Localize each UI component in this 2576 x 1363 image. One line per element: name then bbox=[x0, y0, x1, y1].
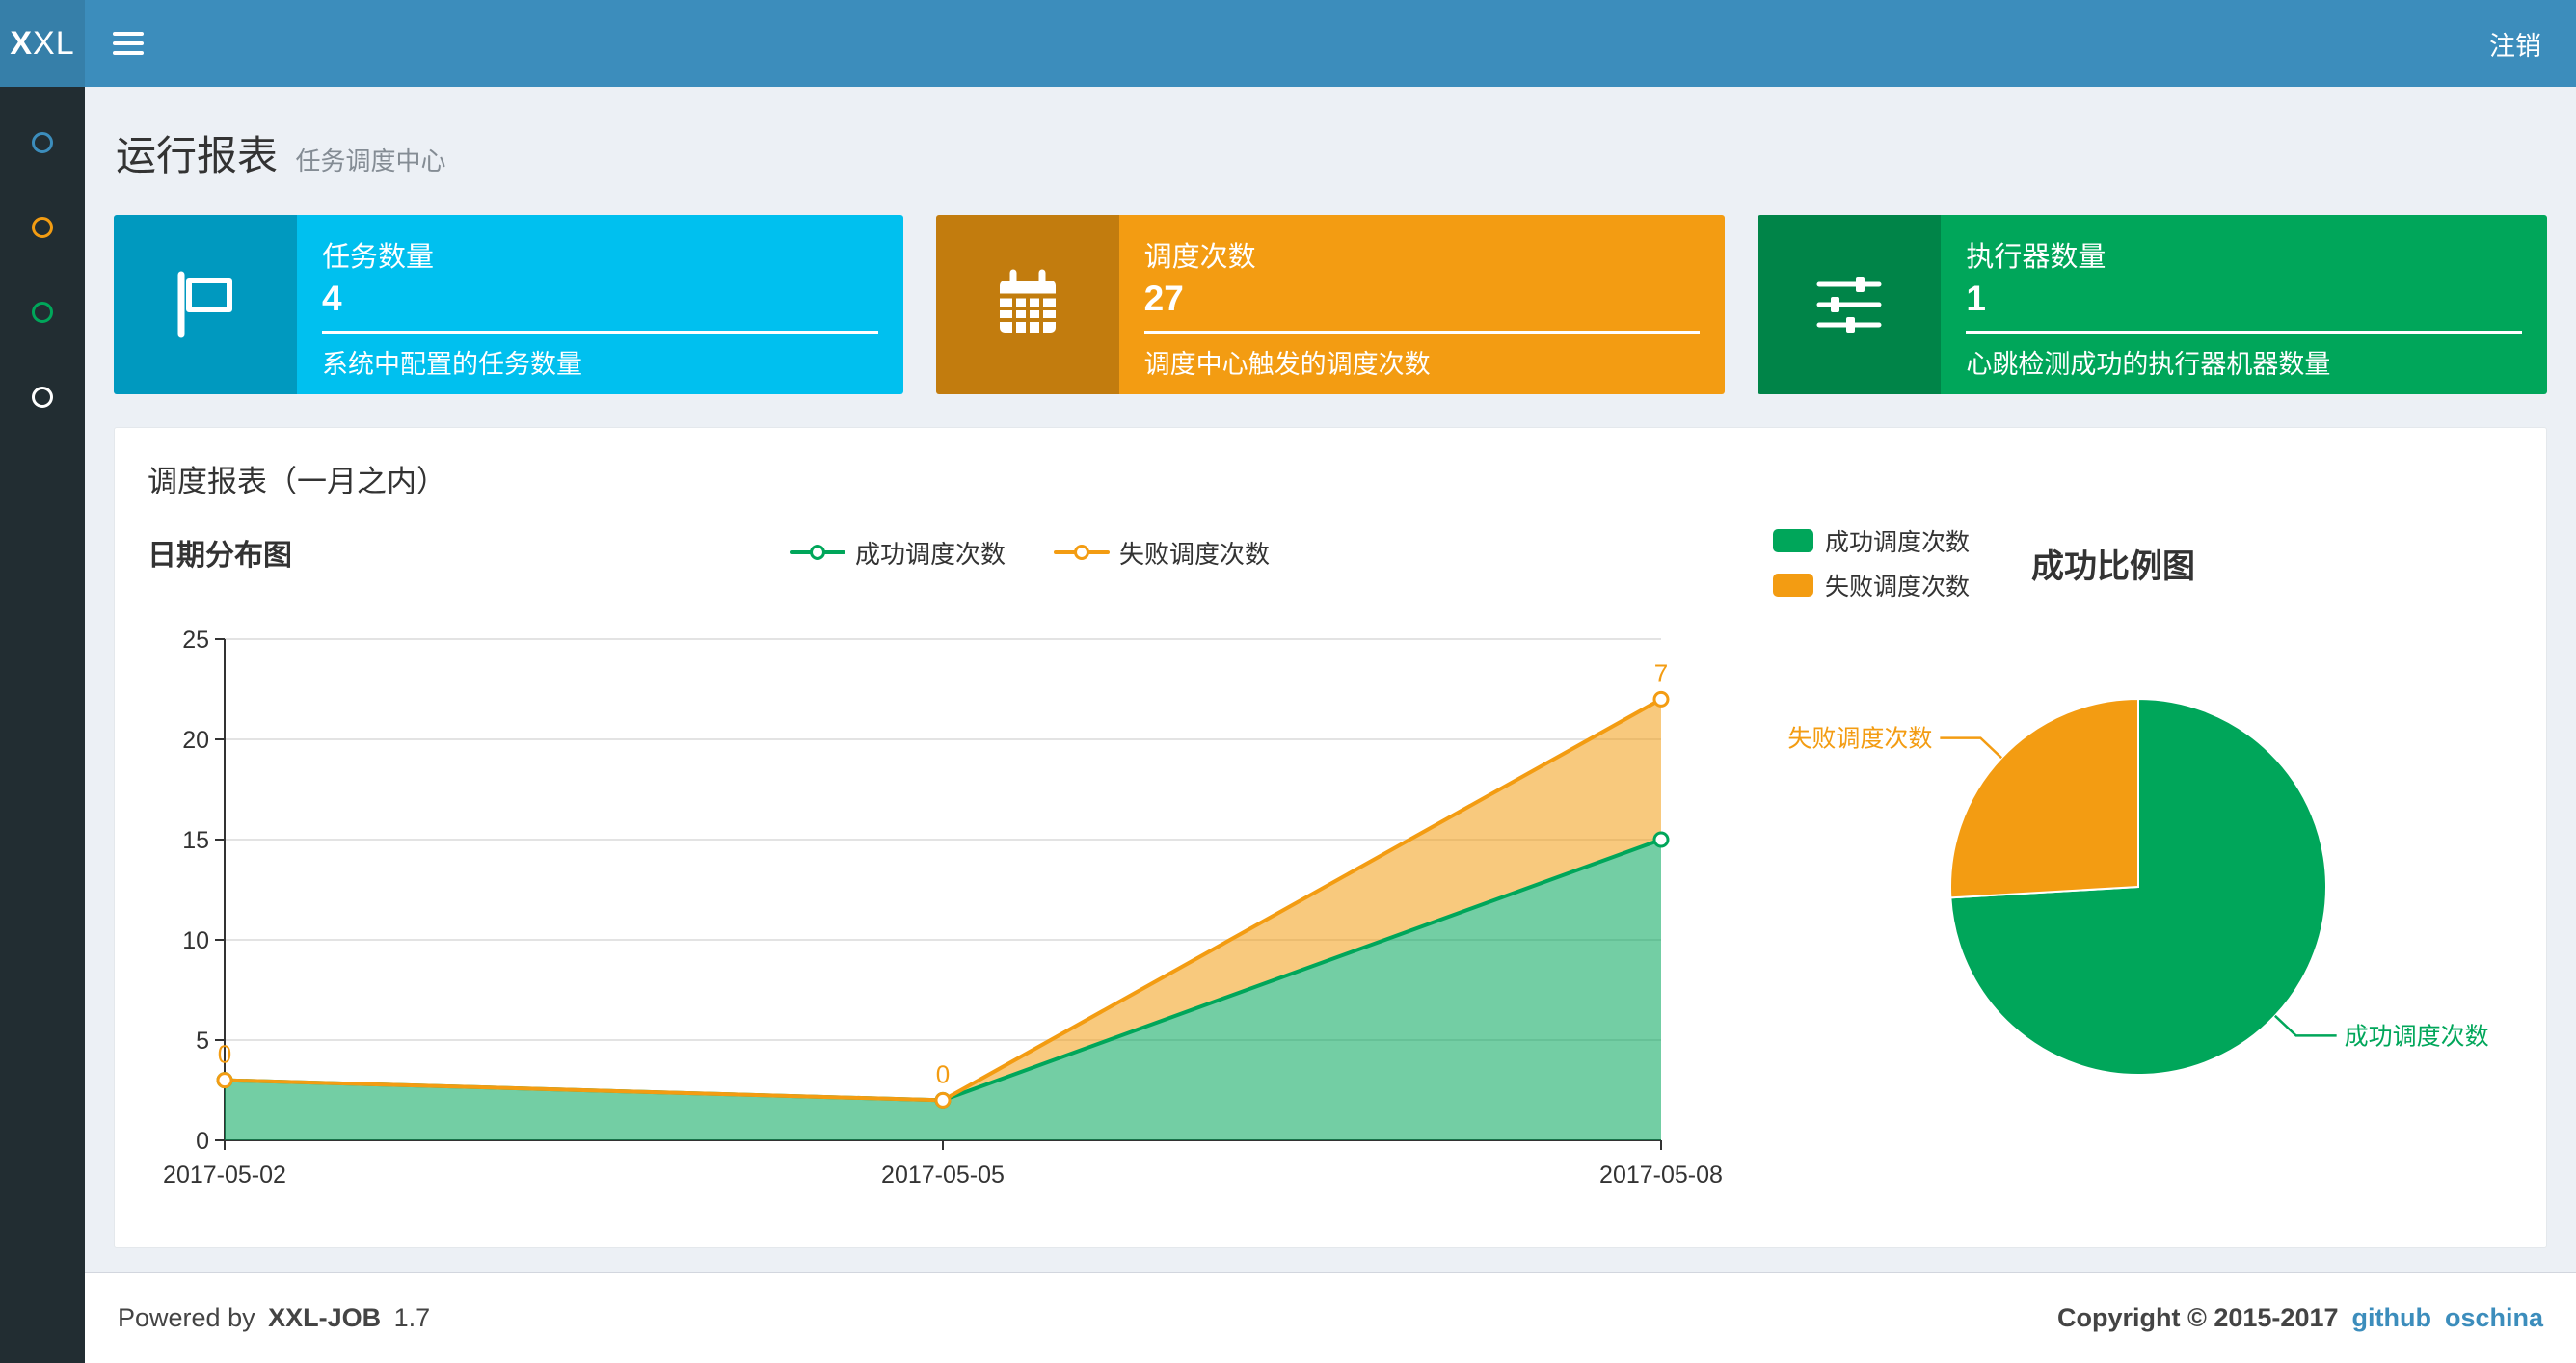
legend-label: 成功调度次数 bbox=[1825, 529, 1971, 556]
info-box-description: 调度中心触发的调度次数 bbox=[1143, 350, 1431, 379]
info-box-description: 系统中配置的任务数量 bbox=[322, 350, 582, 379]
progress-bar bbox=[1143, 331, 1701, 334]
info-box-body: 执行器数量 1 心跳检测成功的执行器机器数量 bbox=[1941, 215, 2547, 394]
circle-icon bbox=[32, 132, 53, 153]
charts-row: 日期分布图 成功调度次数 失败调度次数 0 5 10 15 20 25 2017… bbox=[115, 506, 2546, 1247]
product-version: 1.7 bbox=[393, 1303, 431, 1332]
svg-text:10: 10 bbox=[182, 927, 209, 954]
info-box-label: 执行器数量 bbox=[1966, 242, 2106, 273]
pie-chart-title: 成功比例图 bbox=[2031, 548, 2196, 585]
svg-text:2017-05-02: 2017-05-02 bbox=[163, 1162, 286, 1189]
svg-text:5: 5 bbox=[196, 1028, 209, 1055]
legend-swatch-icon bbox=[1773, 574, 1813, 597]
info-box-number: 4 bbox=[322, 279, 342, 318]
line-chart-legend: 成功调度次数 失败调度次数 bbox=[292, 535, 1767, 571]
legend-item-success[interactable]: 成功调度次数 bbox=[789, 535, 1006, 571]
info-box-description: 心跳检测成功的执行器机器数量 bbox=[1966, 350, 2331, 379]
svg-text:7: 7 bbox=[1654, 658, 1668, 687]
info-box-body: 调度次数 27 调度中心触发的调度次数 bbox=[1119, 215, 1726, 394]
product-name: XXL-JOB bbox=[268, 1303, 382, 1332]
svg-text:0: 0 bbox=[936, 1059, 950, 1088]
info-box-number: 1 bbox=[1966, 279, 1986, 318]
legend-item-fail[interactable]: 失败调度次数 bbox=[1054, 535, 1270, 571]
legend-swatch-icon bbox=[1773, 529, 1813, 552]
svg-text:2017-05-05: 2017-05-05 bbox=[881, 1162, 1005, 1189]
svg-text:失败调度次数: 失败调度次数 bbox=[1787, 726, 1932, 753]
sidebar-item-3[interactable] bbox=[0, 270, 85, 355]
panel-title: 调度报表（一月之内） bbox=[148, 465, 446, 498]
svg-text:2017-05-08: 2017-05-08 bbox=[1599, 1162, 1723, 1189]
info-box-tasks: 任务数量 4 系统中配置的任务数量 bbox=[114, 215, 903, 394]
info-box-label: 任务数量 bbox=[322, 242, 435, 273]
info-box-triggers: 调度次数 27 调度中心触发的调度次数 bbox=[935, 215, 1726, 394]
calendar-icon bbox=[935, 215, 1119, 394]
svg-text:15: 15 bbox=[182, 827, 209, 854]
flag-icon bbox=[114, 215, 297, 394]
progress-bar bbox=[322, 331, 878, 334]
info-box-number: 27 bbox=[1143, 279, 1184, 318]
circle-icon bbox=[32, 217, 53, 238]
oschina-link[interactable]: oschina bbox=[2445, 1303, 2543, 1333]
info-box-row: 任务数量 4 系统中配置的任务数量 调度次数 27 调度中心触发的调度次数 执行… bbox=[114, 215, 2548, 394]
hamburger-icon bbox=[113, 41, 144, 45]
footer: Powered by XXL-JOB 1.7 Copyright © 2015-… bbox=[85, 1272, 2576, 1363]
svg-text:成功调度次数: 成功调度次数 bbox=[2345, 1023, 2489, 1050]
sliders-icon bbox=[1758, 215, 1942, 394]
info-box-body: 任务数量 4 系统中配置的任务数量 bbox=[297, 215, 903, 394]
line-chart-block: 日期分布图 成功调度次数 失败调度次数 0 5 10 15 20 25 2017… bbox=[148, 523, 1767, 1213]
app-logo[interactable]: X XL bbox=[0, 0, 85, 87]
page-subtitle: 任务调度中心 bbox=[295, 147, 446, 175]
legend-item-fail[interactable]: 失败调度次数 bbox=[1773, 568, 1970, 602]
line-marker-icon bbox=[1054, 544, 1110, 561]
pie-chart-block: 成功调度次数 失败调度次数 成功比例图 成功调度次数 失败调度次数 bbox=[1767, 523, 2500, 1213]
navbar-spacer bbox=[172, 0, 2455, 87]
line-chart-title: 日期分布图 bbox=[148, 540, 292, 572]
circle-icon bbox=[32, 387, 53, 408]
github-link[interactable]: github bbox=[2352, 1303, 2431, 1333]
legend-item-success[interactable]: 成功调度次数 bbox=[1773, 523, 1970, 558]
page-header: 运行报表 任务调度中心 bbox=[116, 123, 2547, 182]
svg-text:25: 25 bbox=[182, 627, 209, 654]
sidebar-item-4[interactable] bbox=[0, 355, 85, 440]
circle-icon bbox=[32, 302, 53, 323]
top-navbar: X XL 注销 bbox=[0, 0, 2576, 87]
svg-text:0: 0 bbox=[196, 1128, 209, 1155]
line-marker-icon bbox=[789, 544, 845, 561]
pie-chart: 成功调度次数 失败调度次数 bbox=[1787, 697, 2489, 1076]
pie-chart-legend: 成功调度次数 失败调度次数 bbox=[1773, 523, 1970, 602]
app-logo-bold: X bbox=[10, 24, 34, 62]
hamburger-icon bbox=[113, 32, 144, 36]
copyright: Copyright © 2015-2017 bbox=[2056, 1303, 2339, 1332]
powered-prefix: Powered by bbox=[118, 1303, 255, 1332]
legend-label: 失败调度次数 bbox=[1825, 574, 1971, 601]
legend-label: 失败调度次数 bbox=[1119, 539, 1271, 569]
info-box-label: 调度次数 bbox=[1143, 242, 1256, 273]
sidebar-item-1[interactable] bbox=[0, 100, 85, 185]
sidebar-toggle-button[interactable] bbox=[85, 0, 172, 87]
svg-text:0: 0 bbox=[218, 1040, 231, 1069]
logout-link[interactable]: 注销 bbox=[2455, 0, 2576, 87]
info-box-executors: 执行器数量 1 心跳检测成功的执行器机器数量 bbox=[1758, 215, 2548, 394]
progress-bar bbox=[1966, 331, 2523, 334]
line-chart: 05101520252017-05-02 2017-05-05 2017-05-08… bbox=[163, 627, 1723, 1189]
page-title: 运行报表 bbox=[116, 133, 279, 178]
app-logo-rest: XL bbox=[33, 24, 75, 62]
svg-text:20: 20 bbox=[182, 727, 209, 754]
content-area: 运行报表 任务调度中心 任务数量 4 系统中配置的任务数量 调度次数 27 调度… bbox=[85, 87, 2576, 1272]
sidebar-item-2[interactable] bbox=[0, 185, 85, 270]
hamburger-icon bbox=[113, 51, 144, 55]
powered-by: Powered by XXL-JOB 1.7 bbox=[118, 1303, 436, 1333]
sidebar bbox=[0, 87, 85, 1363]
report-panel: 调度报表（一月之内） 日期分布图 成功调度次数 失败调度次数 0 5 10 15… bbox=[114, 427, 2547, 1248]
legend-label: 成功调度次数 bbox=[854, 539, 1006, 569]
